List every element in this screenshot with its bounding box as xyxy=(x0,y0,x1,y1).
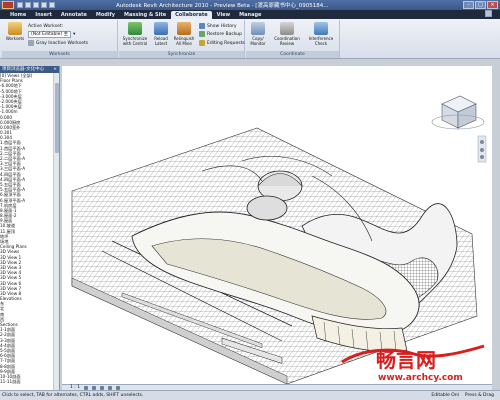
visual-style-icon[interactable] xyxy=(92,385,97,390)
quick-access-toolbar xyxy=(17,2,55,8)
status-hint: Click to select, TAB for alternates, CTR… xyxy=(2,393,144,398)
ribbon-minimize-icon[interactable] xyxy=(485,10,492,17)
editing-requests-button[interactable]: Editing Requests xyxy=(199,39,245,47)
redo-icon[interactable] xyxy=(41,2,47,8)
worksets-panel: Worksets Active Workset: (Not Editable) … xyxy=(2,20,118,58)
navigation-bar[interactable] xyxy=(477,135,487,163)
coordinate-panel-title: Coordinate xyxy=(246,51,339,58)
relinquish-icon xyxy=(177,22,191,35)
editing-requests-icon xyxy=(199,40,205,46)
tab-massing-site[interactable]: Massing & Site xyxy=(120,11,170,19)
gray-inactive-worksets-button[interactable]: Gray Inactive Worksets xyxy=(28,39,88,47)
revit-app-icon[interactable] xyxy=(2,1,14,9)
active-workset-row: (Not Editable) 主 ▾ xyxy=(28,30,75,38)
dome-right xyxy=(246,195,288,221)
reload-icon xyxy=(154,22,168,35)
copy-monitor-button[interactable]: Copy/ Monitor xyxy=(247,22,269,46)
synchronize-with-central-button[interactable]: Synchronize with Central xyxy=(120,22,150,46)
detail-level-icon[interactable] xyxy=(84,385,89,390)
press-drag-toggle[interactable]: Press & Drag xyxy=(465,391,494,400)
tree-item[interactable]: 11-11剖面 xyxy=(0,379,53,384)
window-title: Autodesk Revit Architecture 2010 - Previ… xyxy=(116,3,329,9)
close-button[interactable]: × xyxy=(487,1,498,9)
scrollbar-thumb[interactable] xyxy=(55,83,59,153)
maximize-button[interactable]: □ xyxy=(475,1,486,9)
watermark-url: www.archcy.com xyxy=(378,373,463,383)
close-icon[interactable]: × xyxy=(53,66,59,73)
chevron-down-icon[interactable]: ▾ xyxy=(73,32,75,37)
watermark-brand: 畅言网 xyxy=(376,348,436,372)
relinquish-all-mine-button[interactable]: Relinquish All Mine xyxy=(173,22,195,46)
coordination-review-icon xyxy=(280,22,294,35)
sync-icon[interactable] xyxy=(49,2,55,8)
reload-latest-button[interactable]: Reload Latest xyxy=(150,22,172,46)
interference-check-icon xyxy=(314,22,328,35)
active-workset-label-row: Active Workset: xyxy=(28,23,64,29)
worksets-icon xyxy=(8,22,22,35)
coordination-review-button[interactable]: Coordination Review xyxy=(271,22,303,46)
open-icon[interactable] xyxy=(17,2,23,8)
editable-only-toggle[interactable]: Editable Onl xyxy=(431,391,458,400)
tab-annotate[interactable]: Annotate xyxy=(57,11,91,19)
tab-insert[interactable]: Insert xyxy=(31,11,56,19)
synchronize-icon xyxy=(128,22,142,35)
copy-monitor-icon xyxy=(251,22,265,35)
worksets-panel-title: Worksets xyxy=(2,51,117,58)
tab-collaborate[interactable]: Collaborate xyxy=(171,11,212,19)
tab-modify[interactable]: Modify xyxy=(92,11,119,19)
view-cube[interactable] xyxy=(431,95,485,130)
window-controls: – □ × xyxy=(463,1,498,9)
sun-path-icon[interactable] xyxy=(100,385,105,390)
status-bar: Click to select, TAB for alternates, CTR… xyxy=(0,390,500,400)
ribbon-controls xyxy=(485,10,492,17)
building-model-render[interactable] xyxy=(62,66,492,385)
3d-viewport[interactable]: 畅言网 www.archcy.com xyxy=(62,66,492,385)
history-icon xyxy=(199,23,205,29)
tab-home[interactable]: Home xyxy=(6,11,30,19)
synchronize-panel: Synchronize with Central Reload Latest R… xyxy=(119,20,245,58)
backup-icon xyxy=(199,31,205,37)
gray-inactive-icon xyxy=(28,40,34,46)
watermark: 畅言网 www.archcy.com xyxy=(341,344,485,383)
project-browser: 项目浏览器-文化中心_0905... × [0] Views (全部) Floo… xyxy=(0,66,60,390)
ribbon-tabs: Home Insert Annotate Modify Massing & Si… xyxy=(0,10,500,19)
interference-check-button[interactable]: Interference Check xyxy=(305,22,337,46)
save-icon[interactable] xyxy=(25,2,31,8)
shadows-icon[interactable] xyxy=(108,385,113,390)
title-bar: Autodesk Revit Architecture 2010 - Previ… xyxy=(0,0,500,10)
show-history-button[interactable]: Show History xyxy=(199,22,237,30)
worksets-button[interactable]: Worksets xyxy=(3,22,27,41)
undo-icon[interactable] xyxy=(33,2,39,8)
minimize-button[interactable]: – xyxy=(463,1,474,9)
synchronize-panel-title: Synchronize xyxy=(119,51,244,58)
project-browser-scrollbar[interactable] xyxy=(53,73,59,390)
ribbon: Worksets Active Workset: (Not Editable) … xyxy=(0,19,500,59)
tab-manage[interactable]: Manage xyxy=(235,11,265,19)
crop-view-icon[interactable] xyxy=(116,385,121,390)
coordinate-panel: Copy/ Monitor Coordination Review Interf… xyxy=(246,20,340,58)
project-browser-header: 项目浏览器-文化中心_0905... × xyxy=(0,66,59,79)
tab-view[interactable]: View xyxy=(213,11,235,19)
status-right: Editable Onl Press & Drag xyxy=(431,391,494,400)
active-workset-dropdown[interactable]: (Not Editable) 主 xyxy=(28,30,72,38)
restore-backup-button[interactable]: Restore Backup xyxy=(199,30,242,38)
project-browser-tree: [0] Views (全部) Floor Plans -6.000地下 -5.0… xyxy=(0,73,53,390)
